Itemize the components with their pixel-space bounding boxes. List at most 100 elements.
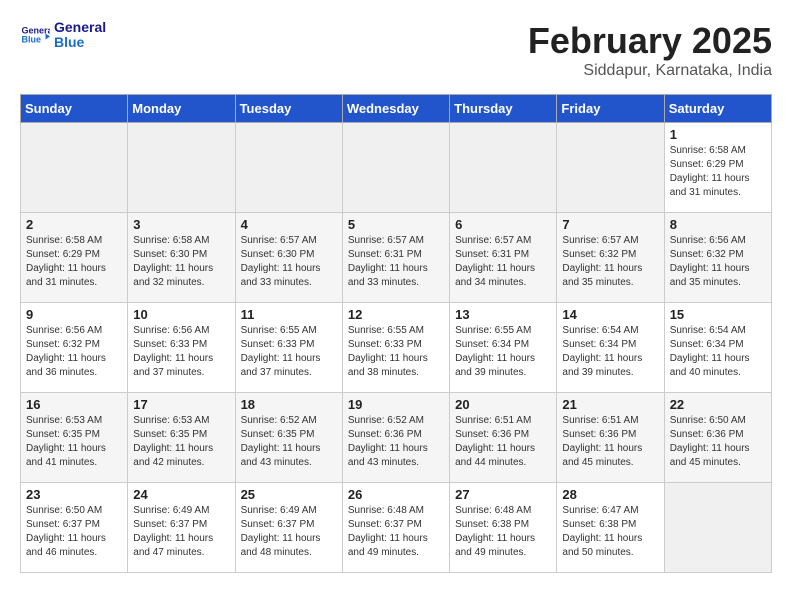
day-cell: 14 Sunrise: 6:54 AM Sunset: 6:34 PM Dayli… [557, 303, 664, 393]
day-cell: 9Sunrise: 6:56 AM Sunset: 6:32 PM Daylig… [21, 303, 128, 393]
day-info: Sunrise: 6:56 AM Sunset: 6:32 PM Dayligh… [670, 234, 766, 290]
day-info: Sunrise: 6:57 AM Sunset: 6:30 PM Dayligh… [241, 234, 337, 290]
day-cell: 19Sunrise: 6:52 AM Sunset: 6:36 PM Dayli… [342, 393, 449, 483]
day-info: Sunrise: 6:49 AM Sunset: 6:37 PM Dayligh… [241, 504, 337, 560]
day-number: 27 [455, 487, 551, 502]
col-thursday: Thursday [450, 95, 557, 123]
day-cell: 3 Sunrise: 6:58 AM Sunset: 6:30 PM Daylig… [128, 213, 235, 303]
day-cell: 22 Sunrise: 6:50 AM Sunset: 6:36 PM Dayli… [664, 393, 771, 483]
week-row-5: 23Sunrise: 6:50 AM Sunset: 6:37 PM Dayli… [21, 483, 772, 573]
col-sunday: Sunday [21, 95, 128, 123]
day-cell [342, 123, 449, 213]
header-row: Sunday Monday Tuesday Wednesday Thursday… [21, 95, 772, 123]
col-wednesday: Wednesday [342, 95, 449, 123]
day-cell [21, 123, 128, 213]
day-number: 20 [455, 397, 551, 412]
day-number: 28 [562, 487, 658, 502]
svg-text:Blue: Blue [22, 35, 42, 45]
day-number: 16 [26, 397, 122, 412]
day-cell: 11 Sunrise: 6:55 AM Sunset: 6:33 PM Dayli… [235, 303, 342, 393]
day-info: Sunrise: 6:49 AM Sunset: 6:37 PM Dayligh… [133, 504, 229, 560]
day-number: 23 [26, 487, 122, 502]
day-cell: 13 Sunrise: 6:55 AM Sunset: 6:34 PM Dayli… [450, 303, 557, 393]
title-section: February 2025 Siddapur, Karnataka, India [528, 20, 772, 80]
day-cell: 18 Sunrise: 6:52 AM Sunset: 6:35 PM Dayli… [235, 393, 342, 483]
day-cell: 17 Sunrise: 6:53 AM Sunset: 6:35 PM Dayli… [128, 393, 235, 483]
day-cell [557, 123, 664, 213]
day-number: 7 [562, 217, 658, 232]
calendar-subtitle: Siddapur, Karnataka, India [528, 62, 772, 80]
day-cell: 4 Sunrise: 6:57 AM Sunset: 6:30 PM Daylig… [235, 213, 342, 303]
day-cell: 7 Sunrise: 6:57 AM Sunset: 6:32 PM Daylig… [557, 213, 664, 303]
day-info: Sunrise: 6:58 AM Sunset: 6:29 PM Dayligh… [670, 144, 766, 200]
day-cell: 16 Sunrise: 6:53 AM Sunset: 6:35 PM Dayli… [21, 393, 128, 483]
day-cell [664, 483, 771, 573]
day-cell: 10 Sunrise: 6:56 AM Sunset: 6:33 PM Dayli… [128, 303, 235, 393]
day-info: Sunrise: 6:55 AM Sunset: 6:34 PM Dayligh… [455, 324, 551, 380]
day-number: 3 [133, 217, 229, 232]
day-number: 1 [670, 127, 766, 142]
day-cell: 23Sunrise: 6:50 AM Sunset: 6:37 PM Dayli… [21, 483, 128, 573]
day-info: Sunrise: 6:58 AM Sunset: 6:30 PM Dayligh… [133, 234, 229, 290]
day-cell: 8 Sunrise: 6:56 AM Sunset: 6:32 PM Daylig… [664, 213, 771, 303]
day-cell: 25 Sunrise: 6:49 AM Sunset: 6:37 PM Dayli… [235, 483, 342, 573]
day-info: Sunrise: 6:51 AM Sunset: 6:36 PM Dayligh… [562, 414, 658, 470]
day-number: 19 [348, 397, 444, 412]
day-cell [450, 123, 557, 213]
day-info: Sunrise: 6:56 AM Sunset: 6:33 PM Dayligh… [133, 324, 229, 380]
col-friday: Friday [557, 95, 664, 123]
day-number: 4 [241, 217, 337, 232]
day-number: 21 [562, 397, 658, 412]
day-info: Sunrise: 6:57 AM Sunset: 6:31 PM Dayligh… [348, 234, 444, 290]
calendar-title: February 2025 [528, 20, 772, 62]
day-info: Sunrise: 6:57 AM Sunset: 6:32 PM Dayligh… [562, 234, 658, 290]
day-number: 2 [26, 217, 122, 232]
day-number: 10 [133, 307, 229, 322]
day-cell: 12 Sunrise: 6:55 AM Sunset: 6:33 PM Dayli… [342, 303, 449, 393]
day-info: Sunrise: 6:55 AM Sunset: 6:33 PM Dayligh… [348, 324, 444, 380]
day-info: Sunrise: 6:53 AM Sunset: 6:35 PM Dayligh… [133, 414, 229, 470]
logo: General Blue General Blue [20, 20, 106, 51]
day-info: Sunrise: 6:52 AM Sunset: 6:35 PM Dayligh… [241, 414, 337, 470]
day-info: Sunrise: 6:58 AM Sunset: 6:29 PM Dayligh… [26, 234, 122, 290]
col-saturday: Saturday [664, 95, 771, 123]
day-info: Sunrise: 6:54 AM Sunset: 6:34 PM Dayligh… [670, 324, 766, 380]
day-info: Sunrise: 6:54 AM Sunset: 6:34 PM Dayligh… [562, 324, 658, 380]
day-number: 11 [241, 307, 337, 322]
day-number: 12 [348, 307, 444, 322]
day-number: 25 [241, 487, 337, 502]
day-cell [235, 123, 342, 213]
day-info: Sunrise: 6:51 AM Sunset: 6:36 PM Dayligh… [455, 414, 551, 470]
logo-icon: General Blue [20, 20, 50, 50]
week-row-2: 2 Sunrise: 6:58 AM Sunset: 6:29 PM Daylig… [21, 213, 772, 303]
day-cell: 26 Sunrise: 6:48 AM Sunset: 6:37 PM Dayli… [342, 483, 449, 573]
day-info: Sunrise: 6:56 AM Sunset: 6:32 PM Dayligh… [26, 324, 122, 380]
week-row-4: 16 Sunrise: 6:53 AM Sunset: 6:35 PM Dayli… [21, 393, 772, 483]
day-number: 14 [562, 307, 658, 322]
calendar-table: Sunday Monday Tuesday Wednesday Thursday… [20, 94, 772, 573]
day-number: 13 [455, 307, 551, 322]
day-cell: 6 Sunrise: 6:57 AM Sunset: 6:31 PM Daylig… [450, 213, 557, 303]
day-info: Sunrise: 6:50 AM Sunset: 6:36 PM Dayligh… [670, 414, 766, 470]
day-number: 8 [670, 217, 766, 232]
day-cell: 24 Sunrise: 6:49 AM Sunset: 6:37 PM Dayli… [128, 483, 235, 573]
day-info: Sunrise: 6:55 AM Sunset: 6:33 PM Dayligh… [241, 324, 337, 380]
day-cell: 2 Sunrise: 6:58 AM Sunset: 6:29 PM Daylig… [21, 213, 128, 303]
day-cell: 28Sunrise: 6:47 AM Sunset: 6:38 PM Dayli… [557, 483, 664, 573]
day-number: 24 [133, 487, 229, 502]
day-number: 26 [348, 487, 444, 502]
day-cell [128, 123, 235, 213]
day-info: Sunrise: 6:48 AM Sunset: 6:37 PM Dayligh… [348, 504, 444, 560]
logo-line2: Blue [54, 35, 106, 50]
week-row-1: 1 Sunrise: 6:58 AM Sunset: 6:29 PM Daylig… [21, 123, 772, 213]
day-info: Sunrise: 6:57 AM Sunset: 6:31 PM Dayligh… [455, 234, 551, 290]
day-number: 17 [133, 397, 229, 412]
day-number: 22 [670, 397, 766, 412]
logo-line1: General [54, 20, 106, 35]
day-number: 18 [241, 397, 337, 412]
day-cell: 27Sunrise: 6:48 AM Sunset: 6:38 PM Dayli… [450, 483, 557, 573]
day-info: Sunrise: 6:53 AM Sunset: 6:35 PM Dayligh… [26, 414, 122, 470]
day-cell: 21 Sunrise: 6:51 AM Sunset: 6:36 PM Dayli… [557, 393, 664, 483]
day-number: 6 [455, 217, 551, 232]
day-cell: 20 Sunrise: 6:51 AM Sunset: 6:36 PM Dayli… [450, 393, 557, 483]
